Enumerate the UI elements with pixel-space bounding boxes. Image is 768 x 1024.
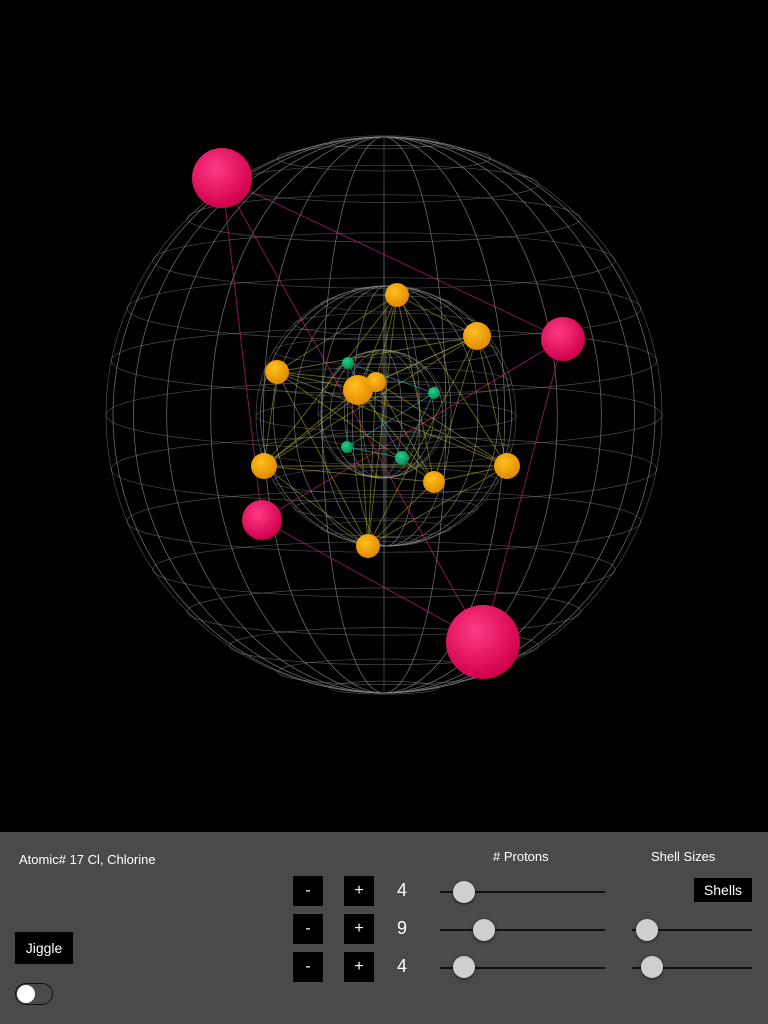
middle-shell-electron [423, 471, 445, 493]
shell-1-minus-button[interactable]: - [293, 876, 323, 906]
jiggle-button[interactable]: Jiggle [15, 932, 73, 964]
shell-2-size-slider-knob[interactable] [636, 919, 658, 941]
middle-shell-electron [251, 453, 277, 479]
shell-1-count: 4 [396, 880, 407, 900]
atom-3d-viewport[interactable] [0, 0, 768, 832]
shell-2-plus-button[interactable]: + [344, 914, 374, 944]
shell-3-plus-button[interactable]: + [344, 952, 374, 982]
outer-shell-electron [192, 148, 252, 208]
inner-shell-electron [342, 357, 354, 369]
jiggle-toggle[interactable] [15, 983, 53, 1005]
shell-2-minus-button[interactable]: - [293, 914, 323, 944]
outer-shell-wireframe [105, 135, 663, 695]
middle-shell-electron [494, 453, 520, 479]
shell-3-size-slider-knob[interactable] [641, 956, 663, 978]
inner-shell-electron [341, 441, 353, 453]
inner-shell-electron [395, 451, 409, 465]
inner-shell-electron [428, 387, 440, 399]
outer-shell-electron [541, 317, 585, 361]
shell-3-count: 4 [396, 956, 407, 976]
protons-header: # Protons [493, 849, 549, 864]
middle-shell-electron [356, 534, 380, 558]
outer-shell-electron [446, 605, 520, 679]
shell-2-count: 9 [396, 918, 407, 938]
shell-3-minus-button[interactable]: - [293, 952, 323, 982]
electrons [192, 148, 585, 679]
middle-shell-electron [366, 372, 386, 392]
shell-3-proton-slider-knob[interactable] [453, 956, 475, 978]
shells-button[interactable]: Shells [694, 878, 752, 902]
atomic-info-label: Atomic# 17 Cl, Chlorine [19, 852, 156, 867]
atom-model [105, 135, 663, 695]
shell-1-proton-slider-knob[interactable] [453, 881, 475, 903]
shell-2-proton-slider-knob[interactable] [473, 919, 495, 941]
shell-1-plus-button[interactable]: + [344, 876, 374, 906]
middle-shell-electron [463, 322, 491, 350]
shell-2-proton-slider-track[interactable] [440, 929, 605, 931]
shell-sizes-header: Shell Sizes [651, 849, 716, 864]
toggle-knob [17, 985, 35, 1003]
electron-links [221, 177, 564, 643]
middle-shell-electron [385, 283, 409, 307]
control-panel: Atomic# 17 Cl, Chlorine # Protons Shell … [0, 832, 768, 1024]
outer-shell-electron [242, 500, 282, 540]
middle-shell-electron [265, 360, 289, 384]
